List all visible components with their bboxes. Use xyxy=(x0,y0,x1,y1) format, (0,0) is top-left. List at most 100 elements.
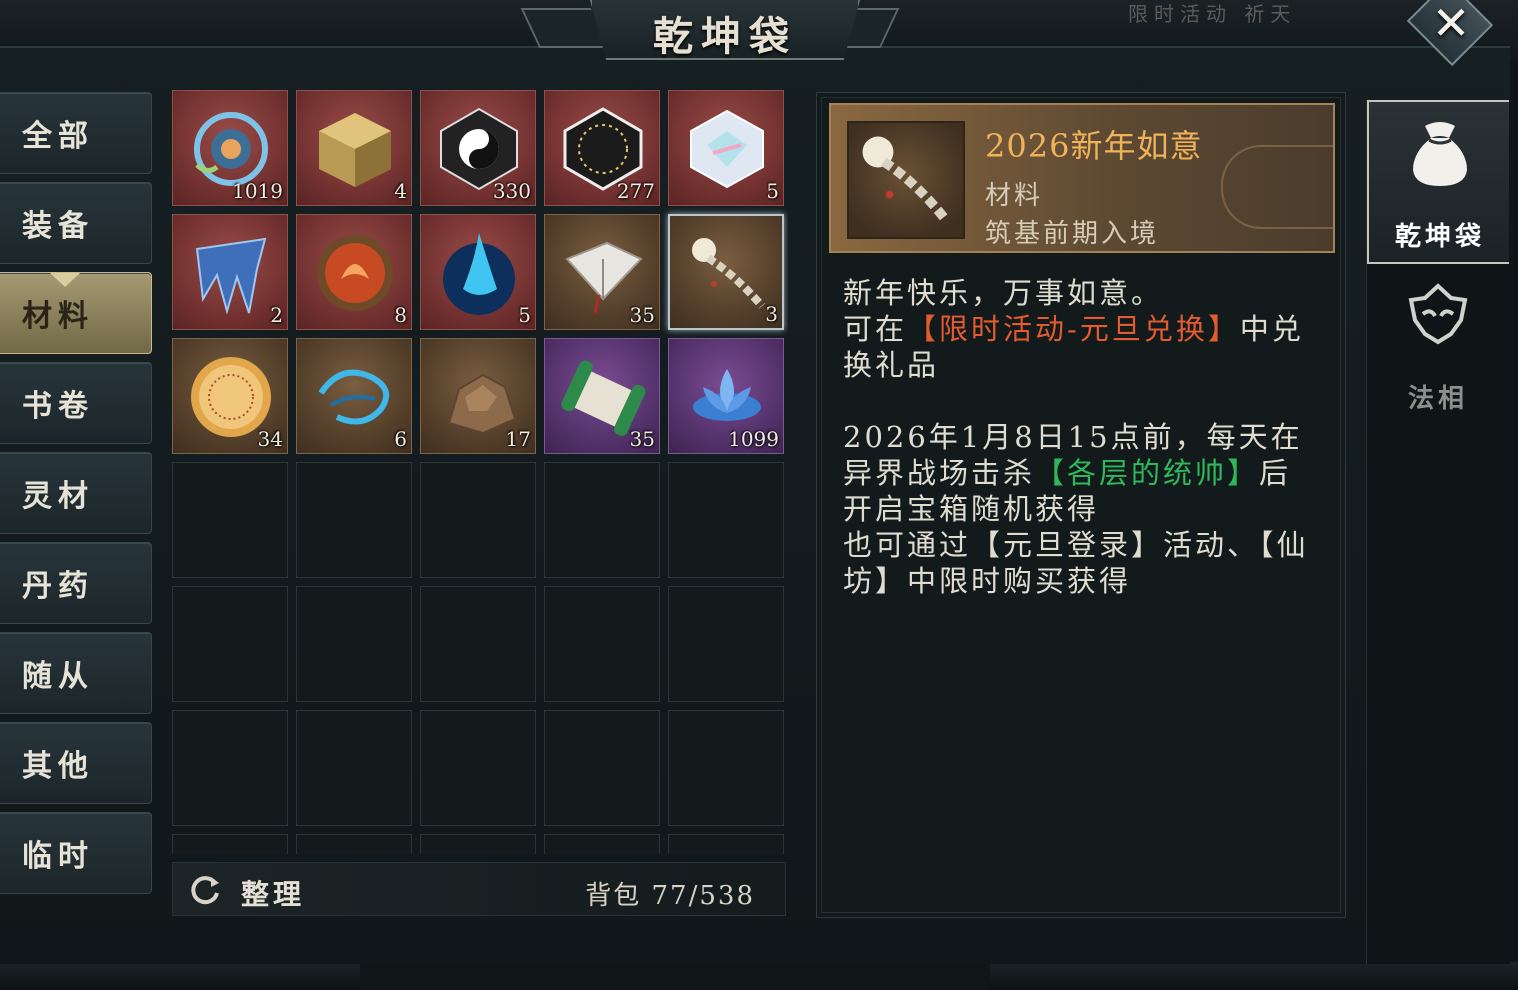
item-thumbnail xyxy=(847,121,965,239)
inventory-slot[interactable]: 4 xyxy=(296,90,412,206)
tab-label: 书卷 xyxy=(22,389,94,424)
tab-pills[interactable]: 丹药 xyxy=(0,542,152,624)
description-line: 新年快乐，万事如意。 xyxy=(843,276,1164,310)
empty-slot[interactable] xyxy=(420,586,536,702)
empty-slot[interactable] xyxy=(172,710,288,826)
empty-slot[interactable] xyxy=(668,710,784,826)
inventory-slot[interactable]: 17 xyxy=(420,338,536,454)
dharma-mask-icon xyxy=(1408,283,1468,345)
tab-label: 乾坤袋 xyxy=(1394,222,1485,252)
category-tabs: 全部 装备 材料 书卷 灵材 丹药 随从 其他 临时 xyxy=(0,92,156,902)
inventory-grid: 1019 4 330 277 5 2 8 5 35 3 34 6 17 35 1… xyxy=(172,90,788,854)
blue-flame-orb-icon xyxy=(443,233,515,315)
empty-slot[interactable] xyxy=(544,462,660,578)
tab-label: 全部 xyxy=(22,119,94,154)
background-event-text: 限时活动 祈天 xyxy=(1128,2,1297,26)
background-bottom-strip xyxy=(360,962,990,990)
water-swirl-icon xyxy=(318,369,390,425)
empty-slot[interactable] xyxy=(296,710,412,826)
fire-orb-icon xyxy=(317,235,393,311)
inventory-slot[interactable]: 34 xyxy=(172,338,288,454)
tab-equipment[interactable]: 装备 xyxy=(0,182,152,264)
tab-all[interactable]: 全部 xyxy=(0,92,152,174)
tab-label: 材料 xyxy=(22,299,94,334)
item-name: 2026新年如意 xyxy=(985,127,1203,165)
tab-scrolls[interactable]: 书卷 xyxy=(0,362,152,444)
inventory-slot[interactable]: 35 xyxy=(544,338,660,454)
inventory-slot[interactable]: 35 xyxy=(544,214,660,330)
empty-slot[interactable] xyxy=(544,586,660,702)
item-count: 277 xyxy=(616,179,655,203)
tab-label: 其他 xyxy=(22,749,94,784)
refresh-icon[interactable] xyxy=(187,873,223,909)
tab-other[interactable]: 其他 xyxy=(0,722,152,804)
empty-slot[interactable] xyxy=(296,462,412,578)
tab-spirit-materials[interactable]: 灵材 xyxy=(0,452,152,534)
item-count: 35 xyxy=(629,427,655,451)
inventory-slot[interactable]: 1099 xyxy=(668,338,784,454)
window-title: 乾坤袋 xyxy=(653,13,797,60)
empty-slot[interactable] xyxy=(172,834,288,854)
description-line: 可在【限时活动-元旦兑换】中兑换礼品 xyxy=(843,311,1323,383)
tab-label: 灵材 xyxy=(22,479,94,514)
item-count: 4 xyxy=(394,179,407,203)
inventory-slot[interactable]: 6 xyxy=(296,338,412,454)
commander-highlight: 【各层的统帅】 xyxy=(1035,456,1260,490)
tab-label: 丹药 xyxy=(22,569,94,604)
empty-slot[interactable] xyxy=(420,710,536,826)
inventory-slot[interactable]: 330 xyxy=(420,90,536,206)
item-count: 6 xyxy=(394,427,407,451)
inventory-slot[interactable]: 5 xyxy=(668,90,784,206)
item-count: 1099 xyxy=(728,427,779,451)
tab-label: 随从 xyxy=(22,659,94,694)
sort-button[interactable]: 整理 xyxy=(241,873,305,913)
item-count: 1019 xyxy=(232,179,283,203)
tab-followers[interactable]: 随从 xyxy=(0,632,152,714)
empty-slot[interactable] xyxy=(172,586,288,702)
description-line: 2026年1月8日15点前，每天在异界战场击杀【各层的统帅】后开启宝箱随机获得 xyxy=(843,419,1323,527)
tab-label: 法相 xyxy=(1407,384,1468,414)
empty-slot[interactable] xyxy=(296,834,412,854)
empty-slot[interactable] xyxy=(172,462,288,578)
empty-slot[interactable] xyxy=(544,710,660,826)
empty-slot[interactable] xyxy=(668,586,784,702)
item-count: 5 xyxy=(518,303,531,327)
empty-slot[interactable] xyxy=(668,462,784,578)
inventory-slot[interactable]: 277 xyxy=(544,90,660,206)
bag-capacity: 背包 77/538 xyxy=(585,881,755,911)
tab-label: 临时 xyxy=(22,839,94,874)
item-count: 3 xyxy=(765,302,778,326)
inventory-slot[interactable]: 8 xyxy=(296,214,412,330)
item-count: 17 xyxy=(505,427,531,451)
tab-temporary[interactable]: 临时 xyxy=(0,812,152,894)
tab-materials[interactable]: 材料 xyxy=(0,272,152,354)
inventory-slot[interactable]: 5 xyxy=(420,214,536,330)
empty-slot[interactable] xyxy=(420,834,536,854)
empty-slot[interactable] xyxy=(544,834,660,854)
item-count: 5 xyxy=(766,179,779,203)
empty-slot[interactable] xyxy=(296,586,412,702)
pouch-icon xyxy=(1413,122,1467,186)
description-text: 可在 xyxy=(843,312,908,346)
inventory-footer: 整理 背包 77/538 xyxy=(172,862,786,916)
event-link[interactable]: 【限时活动-元旦兑换】 xyxy=(907,312,1240,346)
side-tabs: 乾坤袋 法相 xyxy=(1366,100,1510,964)
empty-slot[interactable] xyxy=(420,462,536,578)
item-count: 35 xyxy=(629,303,655,327)
item-count: 34 xyxy=(257,427,283,451)
tab-dharma-form[interactable]: 法相 xyxy=(1367,264,1509,428)
inventory-slot-selected[interactable]: 3 xyxy=(668,214,784,330)
empty-slot[interactable] xyxy=(668,834,784,854)
gold-cube-icon xyxy=(319,113,391,187)
item-type: 材料 xyxy=(985,181,1044,211)
inventory-slot[interactable]: 1019 xyxy=(172,90,288,206)
ruyi-scepter-icon xyxy=(862,136,950,223)
item-count: 2 xyxy=(270,303,283,327)
title-plate: 乾坤袋 xyxy=(510,0,910,64)
tab-qiankun-bag[interactable]: 乾坤袋 xyxy=(1367,100,1509,264)
item-description: 新年快乐，万事如意。 可在【限时活动-元旦兑换】中兑换礼品 2026年1月8日1… xyxy=(843,275,1323,599)
ice-crystal-icon xyxy=(195,237,267,315)
item-header: 2026新年如意 材料 筑基前期入境 xyxy=(829,103,1335,253)
description-line: 也可通过【元旦登录】活动、【仙坊】中限时购买获得 xyxy=(843,528,1309,598)
inventory-slot[interactable]: 2 xyxy=(172,214,288,330)
